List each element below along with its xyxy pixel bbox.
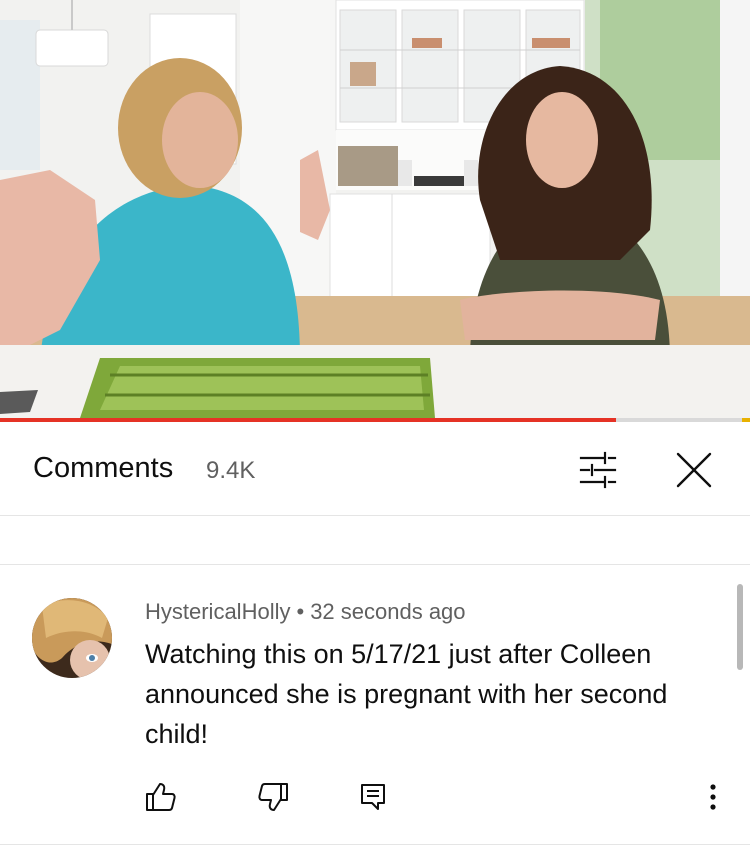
comments-title: Comments	[33, 452, 174, 484]
comment-composer-area	[0, 517, 750, 565]
reply-button[interactable]	[356, 780, 390, 814]
comment-author[interactable]: HystericalHolly	[145, 599, 290, 624]
reply-icon	[361, 784, 385, 810]
avatar-image	[32, 598, 112, 678]
video-player[interactable]	[0, 0, 750, 418]
comment-text: Watching this on 5/17/21 just after Coll…	[145, 639, 668, 749]
meta-separator: •	[296, 599, 305, 624]
avatar[interactable]	[32, 598, 112, 678]
like-button[interactable]	[144, 780, 178, 814]
close-icon	[676, 452, 712, 488]
dislike-button[interactable]	[256, 780, 290, 814]
sort-comments-button[interactable]	[575, 450, 621, 490]
sliders-icon	[579, 451, 617, 489]
more-vertical-icon	[710, 784, 716, 810]
comments-count: 9.4K	[206, 457, 256, 484]
video-frame	[0, 0, 750, 418]
comment-timestamp: 32 seconds ago	[310, 599, 466, 624]
thumbs-down-icon	[258, 783, 288, 811]
scrollbar-thumb[interactable]	[737, 584, 743, 670]
more-options-button[interactable]	[700, 780, 726, 814]
comments-header: Comments 9.4K	[0, 422, 750, 516]
thumbs-up-icon	[146, 783, 176, 811]
divider	[0, 844, 750, 845]
close-comments-button[interactable]	[672, 448, 716, 492]
comment-item: HystericalHolly • 32 seconds ago Watching …	[0, 566, 750, 844]
comment-meta: HystericalHolly • 32 seconds ago	[145, 599, 466, 625]
